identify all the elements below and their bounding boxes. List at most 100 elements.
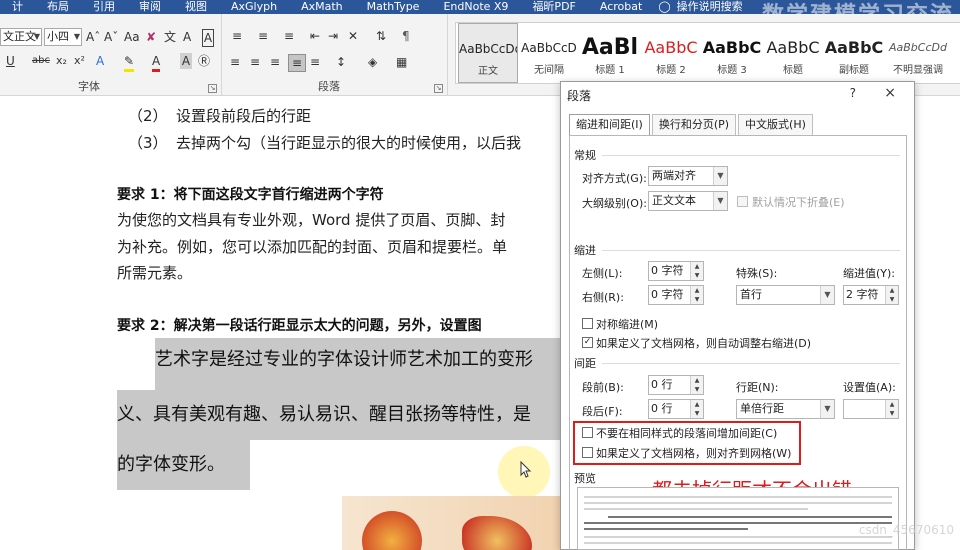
char-border-icon[interactable]: A xyxy=(183,29,191,45)
indent-by-spinner[interactable]: 2 字符 ▲ ▼ xyxy=(843,285,899,305)
paragraph-preview xyxy=(577,487,899,550)
menu-item-view[interactable]: 视图 xyxy=(173,0,219,14)
font-dialog-launcher-icon[interactable]: ↘ xyxy=(208,84,217,93)
menu-item-endnote[interactable]: EndNote X9 xyxy=(431,0,520,14)
shrink-font-icon[interactable]: Aˇ xyxy=(104,29,118,45)
spinner-arrows[interactable]: ▲ ▼ xyxy=(690,400,703,418)
menu-item-axmath[interactable]: AxMath xyxy=(289,0,355,14)
decrease-indent-icon[interactable]: ⇤ xyxy=(310,28,320,44)
spinner-arrows[interactable]: ▲ ▼ xyxy=(885,400,898,418)
tab-indents-spacing[interactable]: 缩进和间距(I) xyxy=(569,114,650,136)
style-subtitle[interactable]: AaBbC 副标题 xyxy=(824,23,884,83)
align-left-icon[interactable]: ≡ xyxy=(230,54,240,70)
style-heading-2[interactable]: AaBbC 标题 2 xyxy=(641,23,701,83)
line-spacing-select[interactable]: 单倍行距 ▼ xyxy=(736,399,835,419)
numbering-icon[interactable]: ≡ xyxy=(258,28,268,44)
line-spacing-icon[interactable]: ↕ xyxy=(336,54,346,70)
section-preview: 预览 xyxy=(574,472,596,485)
multilevel-list-icon[interactable]: ≡ xyxy=(284,28,294,44)
style-normal[interactable]: AaBbCcDd 正文 xyxy=(458,23,518,83)
chevron-down-icon: ▼ xyxy=(889,296,895,303)
text-effects-icon[interactable]: A xyxy=(96,53,104,69)
menu-item-mathtype[interactable]: MathType xyxy=(355,0,432,14)
grow-font-icon[interactable]: Aˆ xyxy=(86,29,100,45)
menu-item-references[interactable]: 引用 xyxy=(81,0,127,14)
style-heading-3[interactable]: AaBbC 标题 3 xyxy=(702,23,762,83)
justify-icon[interactable]: ≡ xyxy=(288,54,306,72)
mirror-indents-checkbox[interactable] xyxy=(582,318,593,329)
special-indent-label: 特殊(S): xyxy=(736,267,778,280)
space-before-spinner[interactable]: 0 行 ▲ ▼ xyxy=(648,375,704,395)
indent-right-spinner[interactable]: 0 字符 ▲ ▼ xyxy=(648,285,704,305)
space-after-spinner[interactable]: 0 行 ▲ ▼ xyxy=(648,399,704,419)
show-marks-icon[interactable]: ¶ xyxy=(402,28,410,44)
superscript-icon[interactable]: x² xyxy=(74,53,85,69)
paragraph-dialog-launcher-icon[interactable]: ↘ xyxy=(434,84,443,93)
indent-by-label: 缩进值(Y): xyxy=(843,267,896,280)
outline-level-label: 大纲级别(O): xyxy=(582,197,647,210)
menu-item-acrobat[interactable]: Acrobat xyxy=(588,0,654,14)
sort-icon[interactable]: ⇅ xyxy=(376,28,386,44)
menu-item-axglyph[interactable]: AxGlyph xyxy=(219,0,289,14)
borders-icon[interactable]: ▦ xyxy=(396,54,407,70)
change-case-icon[interactable]: Aa xyxy=(124,29,140,45)
font-name-combo[interactable]: 文正文 ▼ xyxy=(0,28,42,46)
align-right-icon[interactable]: ≡ xyxy=(270,54,280,70)
char-shading-icon[interactable]: A xyxy=(180,53,192,69)
tab-asian-typography[interactable]: 中文版式(H) xyxy=(738,114,813,135)
style-sample: AaBbC xyxy=(824,38,884,57)
close-icon[interactable]: × xyxy=(884,85,896,101)
font-size-combo[interactable]: 小四 ▼ xyxy=(44,28,82,46)
alignment-select[interactable]: 两端对齐 ▼ xyxy=(648,166,728,186)
distributed-icon[interactable]: ≡ xyxy=(310,54,320,70)
spinner-arrows[interactable]: ▲ ▼ xyxy=(885,286,898,304)
preview-line xyxy=(584,522,892,524)
special-indent-select[interactable]: 首行 ▼ xyxy=(736,285,835,305)
enclosed-char-icon[interactable]: Ⓡ xyxy=(198,53,210,69)
shading-icon[interactable]: ◈ xyxy=(368,54,377,70)
tab-line-page-breaks[interactable]: 换行和分页(P) xyxy=(651,114,737,135)
menu-item-review[interactable]: 审阅 xyxy=(127,0,173,14)
collapse-default-checkbox[interactable] xyxy=(737,196,748,207)
style-title[interactable]: AaBbC 标题 xyxy=(763,23,823,83)
style-name: 无间隔 xyxy=(534,65,564,76)
font-color-icon[interactable]: A xyxy=(152,53,161,72)
font-size-value: 小四 xyxy=(47,30,69,43)
menu-item-foxit-pdf[interactable]: 福昕PDF xyxy=(520,0,587,14)
style-no-spacing[interactable]: AaBbCcD 无间隔 xyxy=(519,23,579,83)
style-name: 标题 3 xyxy=(717,65,747,76)
spinner-arrows[interactable]: ▲ ▼ xyxy=(690,262,703,280)
subscript-icon[interactable]: x₂ xyxy=(56,53,67,69)
menu-item-design[interactable]: 计 xyxy=(0,0,35,14)
spinner-arrows[interactable]: ▲ ▼ xyxy=(690,286,703,304)
auto-adjust-right-indent-checkbox[interactable]: ✓ xyxy=(582,337,593,348)
spinner-arrows[interactable]: ▲ ▼ xyxy=(690,376,703,394)
highlight-icon[interactable]: ✎ xyxy=(124,53,135,72)
align-center-icon[interactable]: ≡ xyxy=(250,54,260,70)
style-subtle-emphasis[interactable]: AaBbCcDd 不明显强调 xyxy=(885,23,951,83)
style-sample: AaBbC xyxy=(766,38,820,57)
spacing-at-spinner[interactable]: ▲ ▼ xyxy=(843,399,899,419)
chinese-layout-icon[interactable]: ✕ xyxy=(348,28,358,44)
image-decoration xyxy=(362,511,422,550)
pinyin-icon[interactable]: 文 xyxy=(164,29,176,45)
strikethrough-icon[interactable]: abc xyxy=(32,53,50,69)
paragraph-group-label: 段落 xyxy=(318,80,340,93)
chevron-down-icon: ▼ xyxy=(73,32,80,41)
menu-item-layout[interactable]: 布局 xyxy=(35,0,81,14)
tell-me-search[interactable]: ◯ 操作说明搜索 xyxy=(654,0,754,14)
chevron-down-icon: ▼ xyxy=(33,32,40,41)
outline-level-select[interactable]: 正文文本 ▼ xyxy=(648,191,728,211)
preview-line xyxy=(584,496,892,498)
word-art-image[interactable] xyxy=(342,496,562,550)
section-divider xyxy=(602,363,900,364)
clear-format-icon[interactable]: ✘ xyxy=(146,29,156,45)
indent-left-spinner[interactable]: 0 字符 ▲ ▼ xyxy=(648,261,704,281)
underline-icon[interactable]: U xyxy=(6,53,15,69)
enclose-char-icon[interactable]: A xyxy=(202,29,214,47)
increase-indent-icon[interactable]: ⇥ xyxy=(328,28,338,44)
help-icon[interactable]: ? xyxy=(850,86,856,100)
bullets-icon[interactable]: ≡ xyxy=(232,28,242,44)
style-heading-1[interactable]: AaBl 标题 1 xyxy=(580,23,640,83)
section-divider xyxy=(602,250,900,251)
